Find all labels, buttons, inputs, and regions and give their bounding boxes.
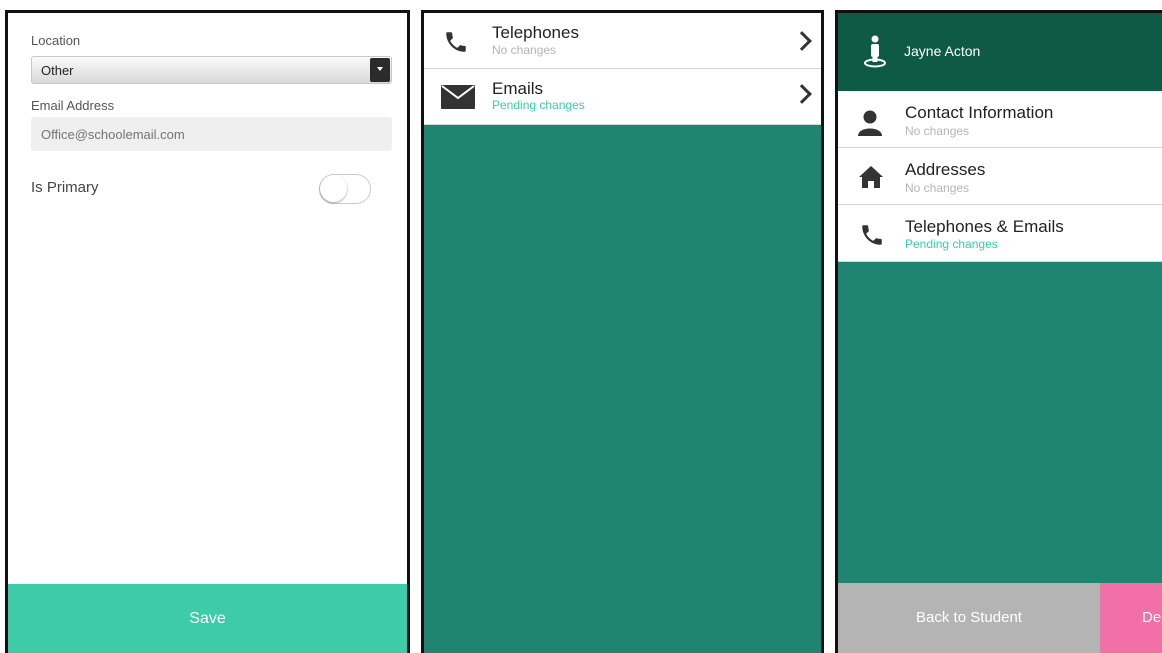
menu-item-title: Telephones & Emails (905, 217, 1064, 236)
contact-details-screen: Jayne Acton Contact Information No chang… (835, 10, 1162, 653)
menu-item-title: Addresses (905, 160, 986, 179)
list-item-status: Pending changes (492, 98, 585, 112)
menu-item-status: No changes (905, 181, 970, 195)
list-item-title: Emails (492, 79, 544, 98)
toggle-knob (320, 175, 347, 202)
phone-icon (859, 222, 885, 253)
save-button[interactable]: Save (8, 584, 407, 653)
email-field[interactable] (31, 117, 392, 151)
location-label: Location (31, 33, 81, 48)
chevron-down-icon[interactable] (370, 58, 390, 82)
bottom-action-bar: Back to Student De (838, 583, 1162, 653)
email-field-wrapper (31, 117, 392, 151)
home-icon (858, 165, 884, 194)
is-primary-toggle[interactable] (319, 174, 371, 204)
person-pin-icon (862, 35, 888, 74)
envelope-icon (441, 85, 475, 114)
chevron-right-icon (792, 31, 812, 51)
menu-item-title: Contact Information (905, 103, 1054, 122)
list-item-telephones[interactable]: Telephones No changes (424, 13, 821, 69)
contact-name: Jayne Acton (904, 43, 981, 59)
email-address-label: Email Address (31, 98, 115, 113)
list-item-title: Telephones (492, 23, 579, 42)
list-item-status: No changes (492, 43, 557, 57)
delete-button[interactable]: De (1100, 583, 1162, 653)
menu-item-status: Pending changes (905, 237, 998, 251)
is-primary-label: Is Primary (31, 179, 99, 196)
person-icon (858, 110, 882, 141)
back-to-student-button[interactable]: Back to Student (838, 583, 1100, 653)
contact-header: Jayne Acton (838, 13, 1162, 91)
list-item-emails[interactable]: Emails Pending changes (424, 69, 821, 125)
menu-item-status: No changes (905, 124, 970, 138)
chevron-right-icon (792, 84, 812, 104)
menu-item-telephones-emails[interactable]: Telephones & Emails Pending changes (838, 205, 1162, 262)
menu-item-addresses[interactable]: Addresses No changes (838, 148, 1162, 205)
location-select[interactable]: Other (31, 56, 392, 84)
location-selected-value: Other (41, 63, 74, 78)
menu-item-contact-information[interactable]: Contact Information No changes (838, 91, 1162, 148)
email-edit-screen: Location Other Email Address Is Primary … (5, 10, 410, 653)
telephones-emails-screen: Telephones No changes Emails Pending cha… (421, 10, 824, 653)
phone-icon (443, 29, 469, 60)
